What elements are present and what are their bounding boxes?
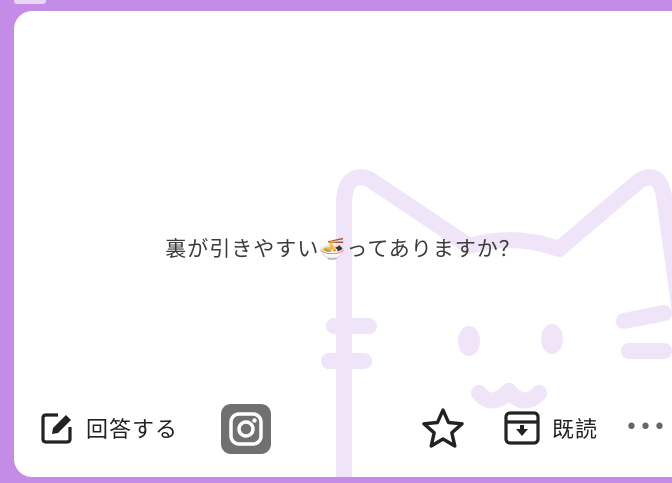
mark-read-button[interactable]: 既読 [504,411,598,445]
cat-watermark-icon [321,169,672,477]
instagram-share-button[interactable] [221,404,271,454]
answer-label: 回答する [86,418,179,443]
archive-icon [504,411,540,445]
star-outline-icon [422,408,464,448]
question-card: 裏が引きやすい🍜ってありますか？ 回答する 既読 ••• [14,11,672,477]
more-icon: ••• [625,415,667,440]
corner-tab [14,0,46,4]
question-text: 裏が引きやすい🍜ってありますか？ [165,237,521,261]
edit-icon [41,413,72,444]
answer-button[interactable]: 回答する [40,411,178,445]
instagram-icon [229,412,263,446]
favorite-button[interactable] [421,407,465,449]
read-label: 既読 [552,418,599,443]
more-options-button[interactable]: ••• [625,415,667,440]
